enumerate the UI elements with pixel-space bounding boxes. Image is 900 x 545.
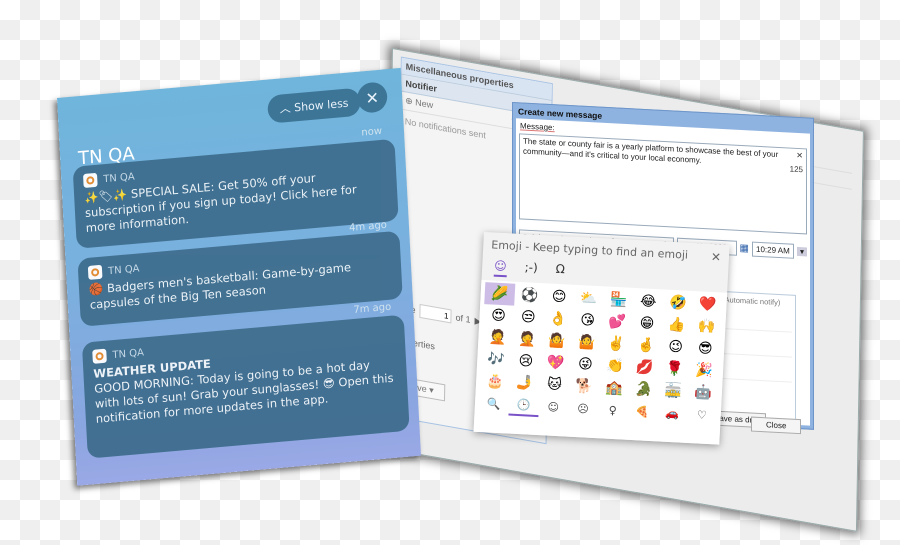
app-icon bbox=[83, 172, 98, 189]
pager-of: of 1 bbox=[455, 312, 471, 325]
emoji-cell[interactable]: 🤳 bbox=[509, 372, 540, 396]
emoji-cell[interactable]: 😁 bbox=[632, 312, 663, 336]
emoji-cell[interactable]: 🐕 bbox=[569, 375, 600, 399]
category-search-icon[interactable]: 🔍 bbox=[478, 392, 509, 416]
emoji-cell[interactable]: ❤️ bbox=[692, 293, 723, 317]
emoji-cell[interactable]: 👏 bbox=[600, 354, 631, 378]
close-icon[interactable]: ✕ bbox=[711, 250, 722, 265]
clear-icon[interactable]: ✕ bbox=[796, 151, 803, 161]
emoji-cell[interactable]: 😘 bbox=[572, 309, 603, 333]
category-recent-icon[interactable]: 🕒 bbox=[508, 393, 540, 418]
notification-time: now bbox=[361, 125, 383, 139]
emoji-cell[interactable]: 😒 bbox=[513, 306, 544, 330]
emoji-cell[interactable]: 🎉 bbox=[689, 359, 720, 383]
emoji-cell[interactable]: 😎 bbox=[690, 337, 721, 361]
app-icon bbox=[87, 264, 103, 280]
category-food-icon[interactable]: 🍕 bbox=[627, 400, 658, 424]
category-hearts-icon[interactable]: ♡ bbox=[686, 403, 717, 427]
notification-card[interactable]: TN QA WEATHER UPDATE GOOD MORNING: Today… bbox=[81, 314, 410, 459]
close-notifications-button[interactable]: ✕ bbox=[356, 81, 388, 114]
notification-app: TN QA bbox=[112, 346, 145, 361]
emoji-cell[interactable]: 😂 bbox=[633, 290, 664, 314]
emoji-cell[interactable]: 🌽 bbox=[484, 282, 516, 306]
emoji-cell[interactable]: 🚋 bbox=[658, 379, 689, 403]
emoji-cell[interactable]: 🤖 bbox=[688, 381, 719, 405]
emoji-cell[interactable]: 🏫 bbox=[598, 376, 629, 400]
time-input[interactable]: 10:29 AM bbox=[752, 241, 794, 259]
chevron-down-icon[interactable]: ▾ bbox=[797, 246, 807, 257]
category-celebration-icon[interactable]: ♀ bbox=[597, 398, 628, 422]
emoji-cell[interactable]: 🤞 bbox=[630, 334, 661, 358]
emoji-cell[interactable]: 🎶 bbox=[481, 348, 512, 372]
app-icon bbox=[92, 348, 107, 364]
notification-app: TN QA bbox=[103, 171, 135, 185]
emoji-cell[interactable]: 😜 bbox=[570, 353, 601, 377]
new-button[interactable]: ⊕ New bbox=[405, 95, 433, 111]
emoji-picker: Emoji - Keep typing to find an emoji ✕ ☺… bbox=[473, 232, 730, 445]
emoji-cell[interactable]: 😍 bbox=[483, 304, 514, 328]
add-circle-icon: ⊕ bbox=[405, 95, 413, 107]
tab-emoji[interactable]: ☺ bbox=[493, 258, 508, 278]
notification-app: TN QA bbox=[107, 262, 140, 277]
emoji-cell[interactable]: 🙌 bbox=[691, 315, 722, 339]
emoji-cell[interactable]: 😉 bbox=[660, 335, 691, 359]
emoji-cell[interactable]: 🌹 bbox=[659, 357, 690, 381]
new-label: New bbox=[415, 97, 434, 111]
char-count: 125 bbox=[789, 164, 803, 175]
tab-kaomoji[interactable]: ;-) bbox=[524, 260, 538, 279]
auto-notify-cell bbox=[722, 329, 792, 358]
category-smileys-icon[interactable]: ☺ bbox=[538, 395, 569, 419]
emoji-cell[interactable]: 🤷 bbox=[541, 329, 572, 353]
emoji-cell[interactable]: 🏪 bbox=[603, 288, 634, 312]
emoji-cell[interactable]: 🤣 bbox=[662, 291, 693, 315]
emoji-cell[interactable]: 💋 bbox=[629, 356, 660, 380]
show-less-button[interactable]: ︿ Show less bbox=[267, 87, 362, 124]
message-textarea[interactable]: ✕ 125 The state or county fair is a year… bbox=[519, 133, 807, 235]
chevron-up-icon: ︿ bbox=[279, 101, 292, 116]
emoji-cell[interactable]: 😢 bbox=[510, 350, 541, 374]
notification-time: 7m ago bbox=[353, 301, 392, 316]
emoji-cell[interactable]: ⚽ bbox=[514, 284, 545, 308]
emoji-cell[interactable]: ✌️ bbox=[601, 332, 632, 356]
emoji-cell[interactable]: 😊 bbox=[544, 285, 575, 309]
auto-notify-panel: (Automatic notify) bbox=[718, 290, 796, 423]
calendar-icon[interactable]: ▦ bbox=[740, 243, 749, 254]
close-icon: ✕ bbox=[365, 87, 380, 108]
category-transport-icon[interactable]: 🚗 bbox=[657, 401, 688, 425]
emoji-cell[interactable]: 💕 bbox=[602, 310, 633, 334]
emoji-cell[interactable]: 💖 bbox=[540, 351, 571, 375]
emoji-cell[interactable]: ⛅ bbox=[573, 287, 604, 311]
notifier-title: Notifier bbox=[405, 78, 438, 94]
emoji-cell[interactable]: 🐱 bbox=[539, 373, 570, 397]
auto-notify-cell bbox=[722, 354, 792, 383]
category-people-icon[interactable]: ☹ bbox=[568, 397, 599, 421]
emoji-cell[interactable]: 👌 bbox=[542, 307, 573, 331]
emoji-cell[interactable]: 🤦 bbox=[482, 326, 513, 350]
emoji-cell[interactable]: 🤷 bbox=[571, 331, 602, 355]
emoji-grid: 🌽 ⚽ 😊 ⛅ 🏪 😂 🤣 ❤️ 😍 😒 👌 😘 💕 😁 👍 🙌 🤦 🤦 🤷 🤷 ✌️ 🤞 😉 😎 🎶 😢 💖 😜 👏 💋 🌹 🎉 🎂 🤳 🐱 🐕 🏫 🐊… bbox=[473, 279, 728, 445]
emoji-cell[interactable]: 🐊 bbox=[628, 378, 659, 402]
notification-center: ︿ Show less ✕ TN QA now TN QA ✨🏷✨ SPECIA… bbox=[57, 67, 422, 486]
close-button[interactable]: Close bbox=[751, 416, 802, 435]
tab-symbols[interactable]: Ω bbox=[555, 262, 565, 280]
show-less-label: Show less bbox=[293, 96, 349, 115]
emoji-cell[interactable]: 🤦 bbox=[512, 328, 543, 352]
auto-notify-cell bbox=[722, 304, 792, 333]
emoji-cell[interactable]: 🎂 bbox=[480, 370, 511, 394]
emoji-cell[interactable]: 👍 bbox=[661, 313, 692, 337]
